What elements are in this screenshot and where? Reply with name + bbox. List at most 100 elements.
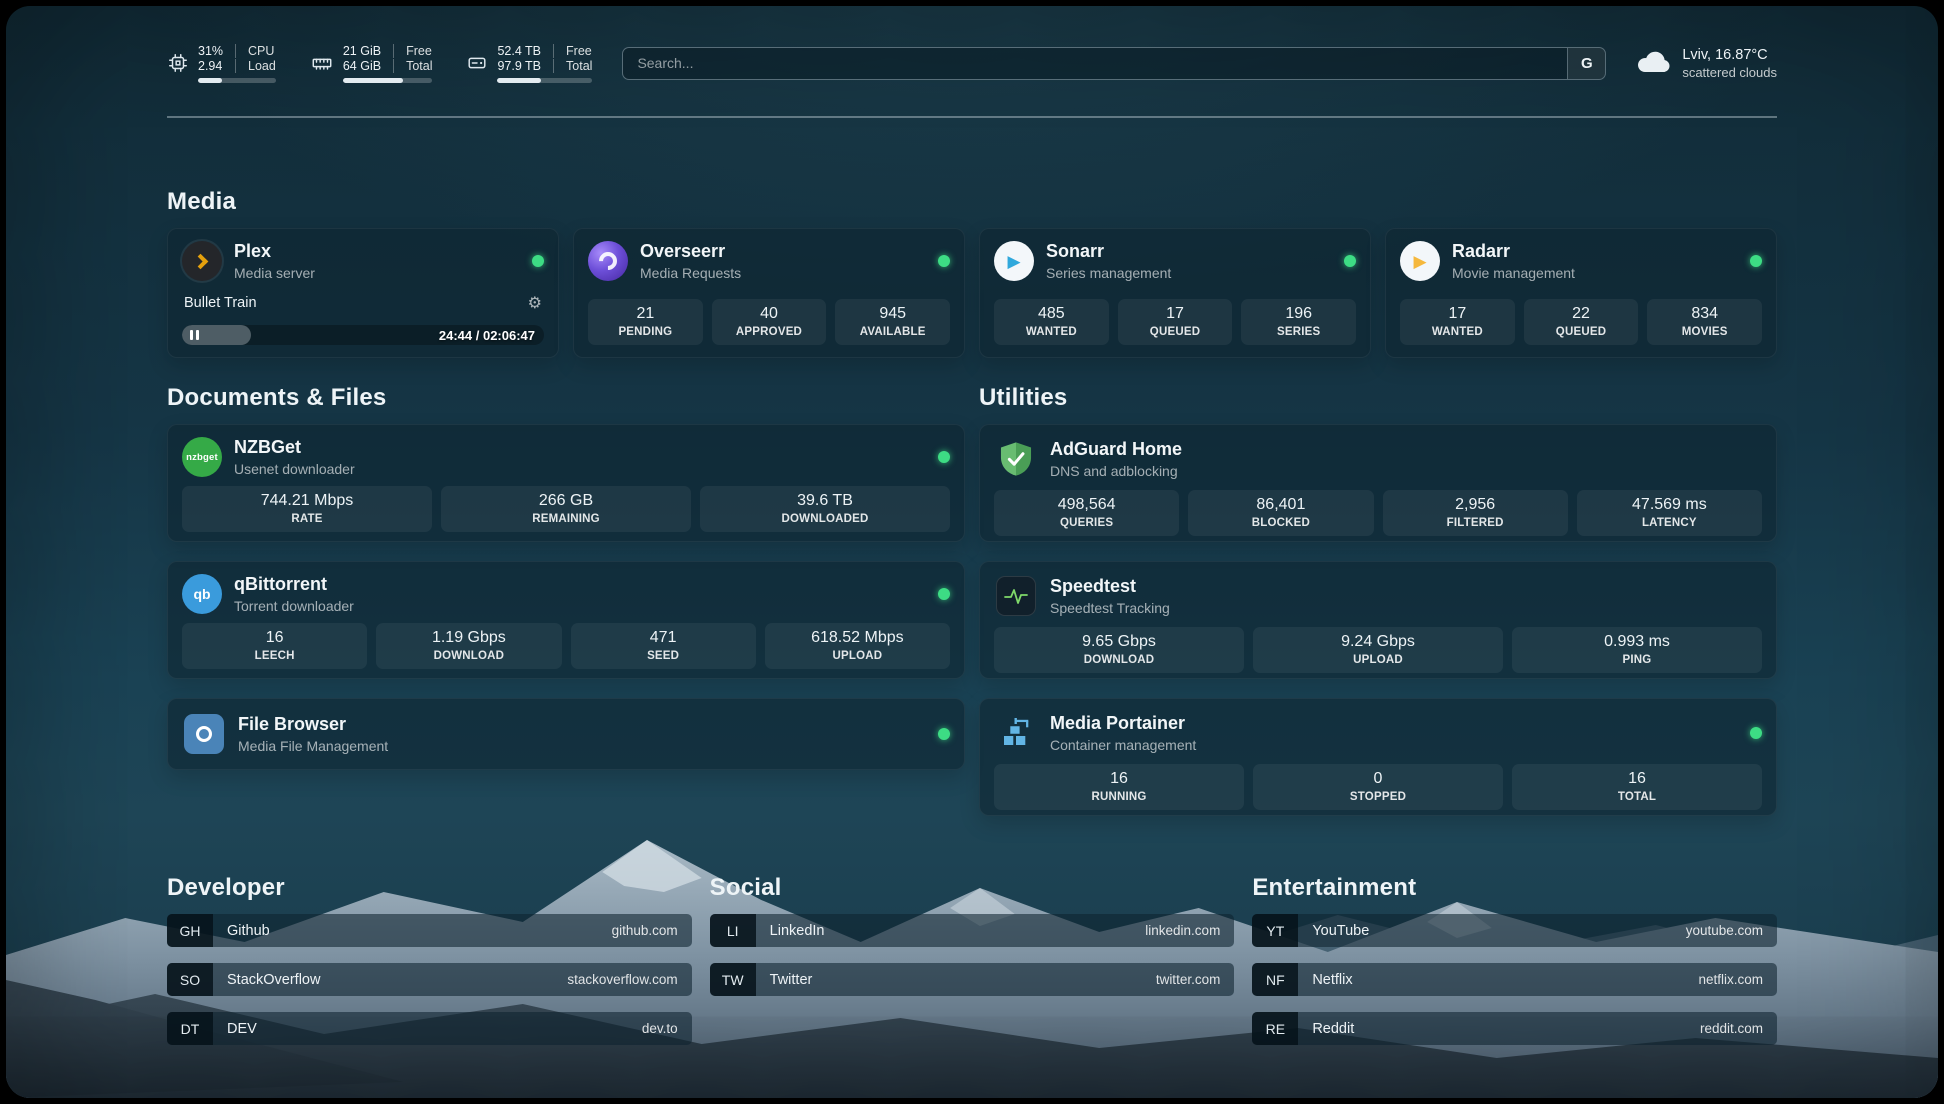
section-title-entertainment: Entertainment [1252,874,1777,902]
search-input[interactable] [623,48,1567,79]
bookmark-abbr: YT [1252,914,1298,947]
section-title-utilities: Utilities [979,384,1777,412]
disk-progress-bar [497,78,592,83]
bookmark-stackoverflow[interactable]: SO StackOverflow stackoverflow.com [167,963,692,996]
section-entertainment: Entertainment YT YouTube youtube.com NF … [1252,874,1777,1045]
stat-downloaded: 39.6 TB DOWNLOADED [700,486,950,532]
bookmark-name: StackOverflow [213,963,320,996]
memory-progress-bar [343,78,433,83]
cpu-detail: 2.94 [198,59,235,73]
app-card-overseerr[interactable]: Overseerr Media Requests 21 PENDING 40 A… [573,228,965,358]
search-bar[interactable]: G [622,47,1606,80]
app-desc-plex: Media server [234,265,315,281]
bookmark-dev[interactable]: DT DEV dev.to [167,1012,692,1045]
qbittorrent-icon: qb [182,574,222,614]
app-name-sonarr: Sonarr [1046,241,1171,262]
app-name-speedtest: Speedtest [1050,576,1170,597]
app-desc-qbittorrent: Torrent downloader [234,598,354,614]
pause-icon[interactable] [190,330,199,340]
bookmark-url: stackoverflow.com [567,963,691,996]
bookmark-github[interactable]: GH Github github.com [167,914,692,947]
bookmark-twitter[interactable]: TW Twitter twitter.com [710,963,1235,996]
gear-icon[interactable]: ⚙ [528,293,542,313]
cpu-metric: 31% CPU 2.94 Load [167,44,276,83]
now-playing-title: Bullet Train [184,295,257,311]
bookmark-name: YouTube [1298,914,1369,947]
app-name-plex: Plex [234,241,315,262]
stat-download: 1.19 Gbps DOWNLOAD [376,623,561,669]
cpu-label-top: CPU [235,44,276,58]
app-name-filebrowser: File Browser [238,714,388,735]
weather-location: Lviv, 16.87°C [1682,47,1777,63]
cpu-icon [167,52,189,74]
memory-label-top: Free [393,44,432,58]
bookmark-abbr: GH [167,914,213,947]
app-desc-adguard: DNS and adblocking [1050,463,1182,479]
status-online-dot [938,728,950,740]
stat-pending: 21 PENDING [588,299,703,345]
stat-approved: 40 APPROVED [712,299,827,345]
disk-metric: 52.4 TB Free 97.9 TB Total [466,44,592,83]
section-title-developer: Developer [167,874,692,902]
app-desc-filebrowser: Media File Management [238,738,388,754]
app-card-portainer[interactable]: Media Portainer Container management 16 … [979,698,1777,816]
cloud-icon [1636,47,1672,80]
overseerr-icon [588,241,628,281]
speedtest-icon [994,574,1038,618]
bookmark-url: netflix.com [1698,963,1777,996]
app-card-sonarr[interactable]: ▶ Sonarr Series management 485 WANTED [979,228,1371,358]
app-name-nzbget: NZBGet [234,437,355,458]
bookmark-linkedin[interactable]: LI LinkedIn linkedin.com [710,914,1235,947]
app-desc-nzbget: Usenet downloader [234,461,355,477]
app-card-radarr[interactable]: ▶ Radarr Movie management 17 WANTED [1385,228,1777,358]
playback-progress-bar[interactable]: 24:44 / 02:06:47 [182,325,544,345]
adguard-icon [994,437,1038,481]
stat-seed: 471 SEED [571,623,756,669]
app-card-nzbget[interactable]: nzbget NZBGet Usenet downloader 744.21 M… [167,424,965,542]
stat-available: 945 AVAILABLE [835,299,950,345]
system-metrics: 31% CPU 2.94 Load [167,44,592,83]
bookmark-name: DEV [213,1012,257,1045]
filebrowser-icon [182,712,226,756]
bookmark-url: github.com [612,914,692,947]
app-desc-sonarr: Series management [1046,265,1171,281]
stat-queued: 17 QUEUED [1118,299,1233,345]
dashboard-content: 31% CPU 2.94 Load [6,6,1938,1098]
app-name-portainer: Media Portainer [1050,713,1196,734]
bookmark-abbr: TW [710,963,756,996]
bookmark-youtube[interactable]: YT YouTube youtube.com [1252,914,1777,947]
bookmark-name: Reddit [1298,1012,1354,1045]
app-card-adguard[interactable]: AdGuard Home DNS and adblocking 498,564 … [979,424,1777,542]
app-card-filebrowser[interactable]: File Browser Media File Management [167,698,965,770]
section-title-documents: Documents & Files [167,384,965,412]
sonarr-icon: ▶ [994,241,1034,281]
bookmark-name: LinkedIn [756,914,825,947]
bookmark-abbr: RE [1252,1012,1298,1045]
app-name-adguard: AdGuard Home [1050,439,1182,460]
status-online-dot [1750,727,1762,739]
bookmark-url: youtube.com [1686,914,1777,947]
app-desc-portainer: Container management [1050,737,1196,753]
app-card-plex[interactable]: Plex Media server Bullet Train ⚙ 24:44 /… [167,228,559,358]
status-online-dot [1750,255,1762,267]
weather-widget: Lviv, 16.87°C scattered clouds [1636,47,1777,80]
disk-label-bottom: Total [553,59,592,73]
media-grid: Plex Media server Bullet Train ⚙ 24:44 /… [167,228,1777,358]
section-media: Media Plex Media server Bullet Train [167,188,1777,358]
bookmark-url: dev.to [642,1012,692,1045]
search-engine-button[interactable]: G [1567,48,1605,79]
portainer-icon [994,711,1038,755]
app-card-qbittorrent[interactable]: qb qBittorrent Torrent downloader 16 LEE… [167,561,965,679]
header-divider [167,116,1777,118]
status-online-dot [532,255,544,267]
memory-icon [310,52,334,74]
memory-metric: 21 GiB Free 64 GiB Total [310,44,433,83]
app-desc-overseerr: Media Requests [640,265,741,281]
app-card-speedtest[interactable]: Speedtest Speedtest Tracking 9.65 Gbps D… [979,561,1777,679]
status-online-dot [1344,255,1356,267]
cpu-label-bottom: Load [235,59,276,73]
section-title-media: Media [167,188,1777,216]
bookmark-reddit[interactable]: RE Reddit reddit.com [1252,1012,1777,1045]
bookmark-netflix[interactable]: NF Netflix netflix.com [1252,963,1777,996]
bookmark-abbr: LI [710,914,756,947]
